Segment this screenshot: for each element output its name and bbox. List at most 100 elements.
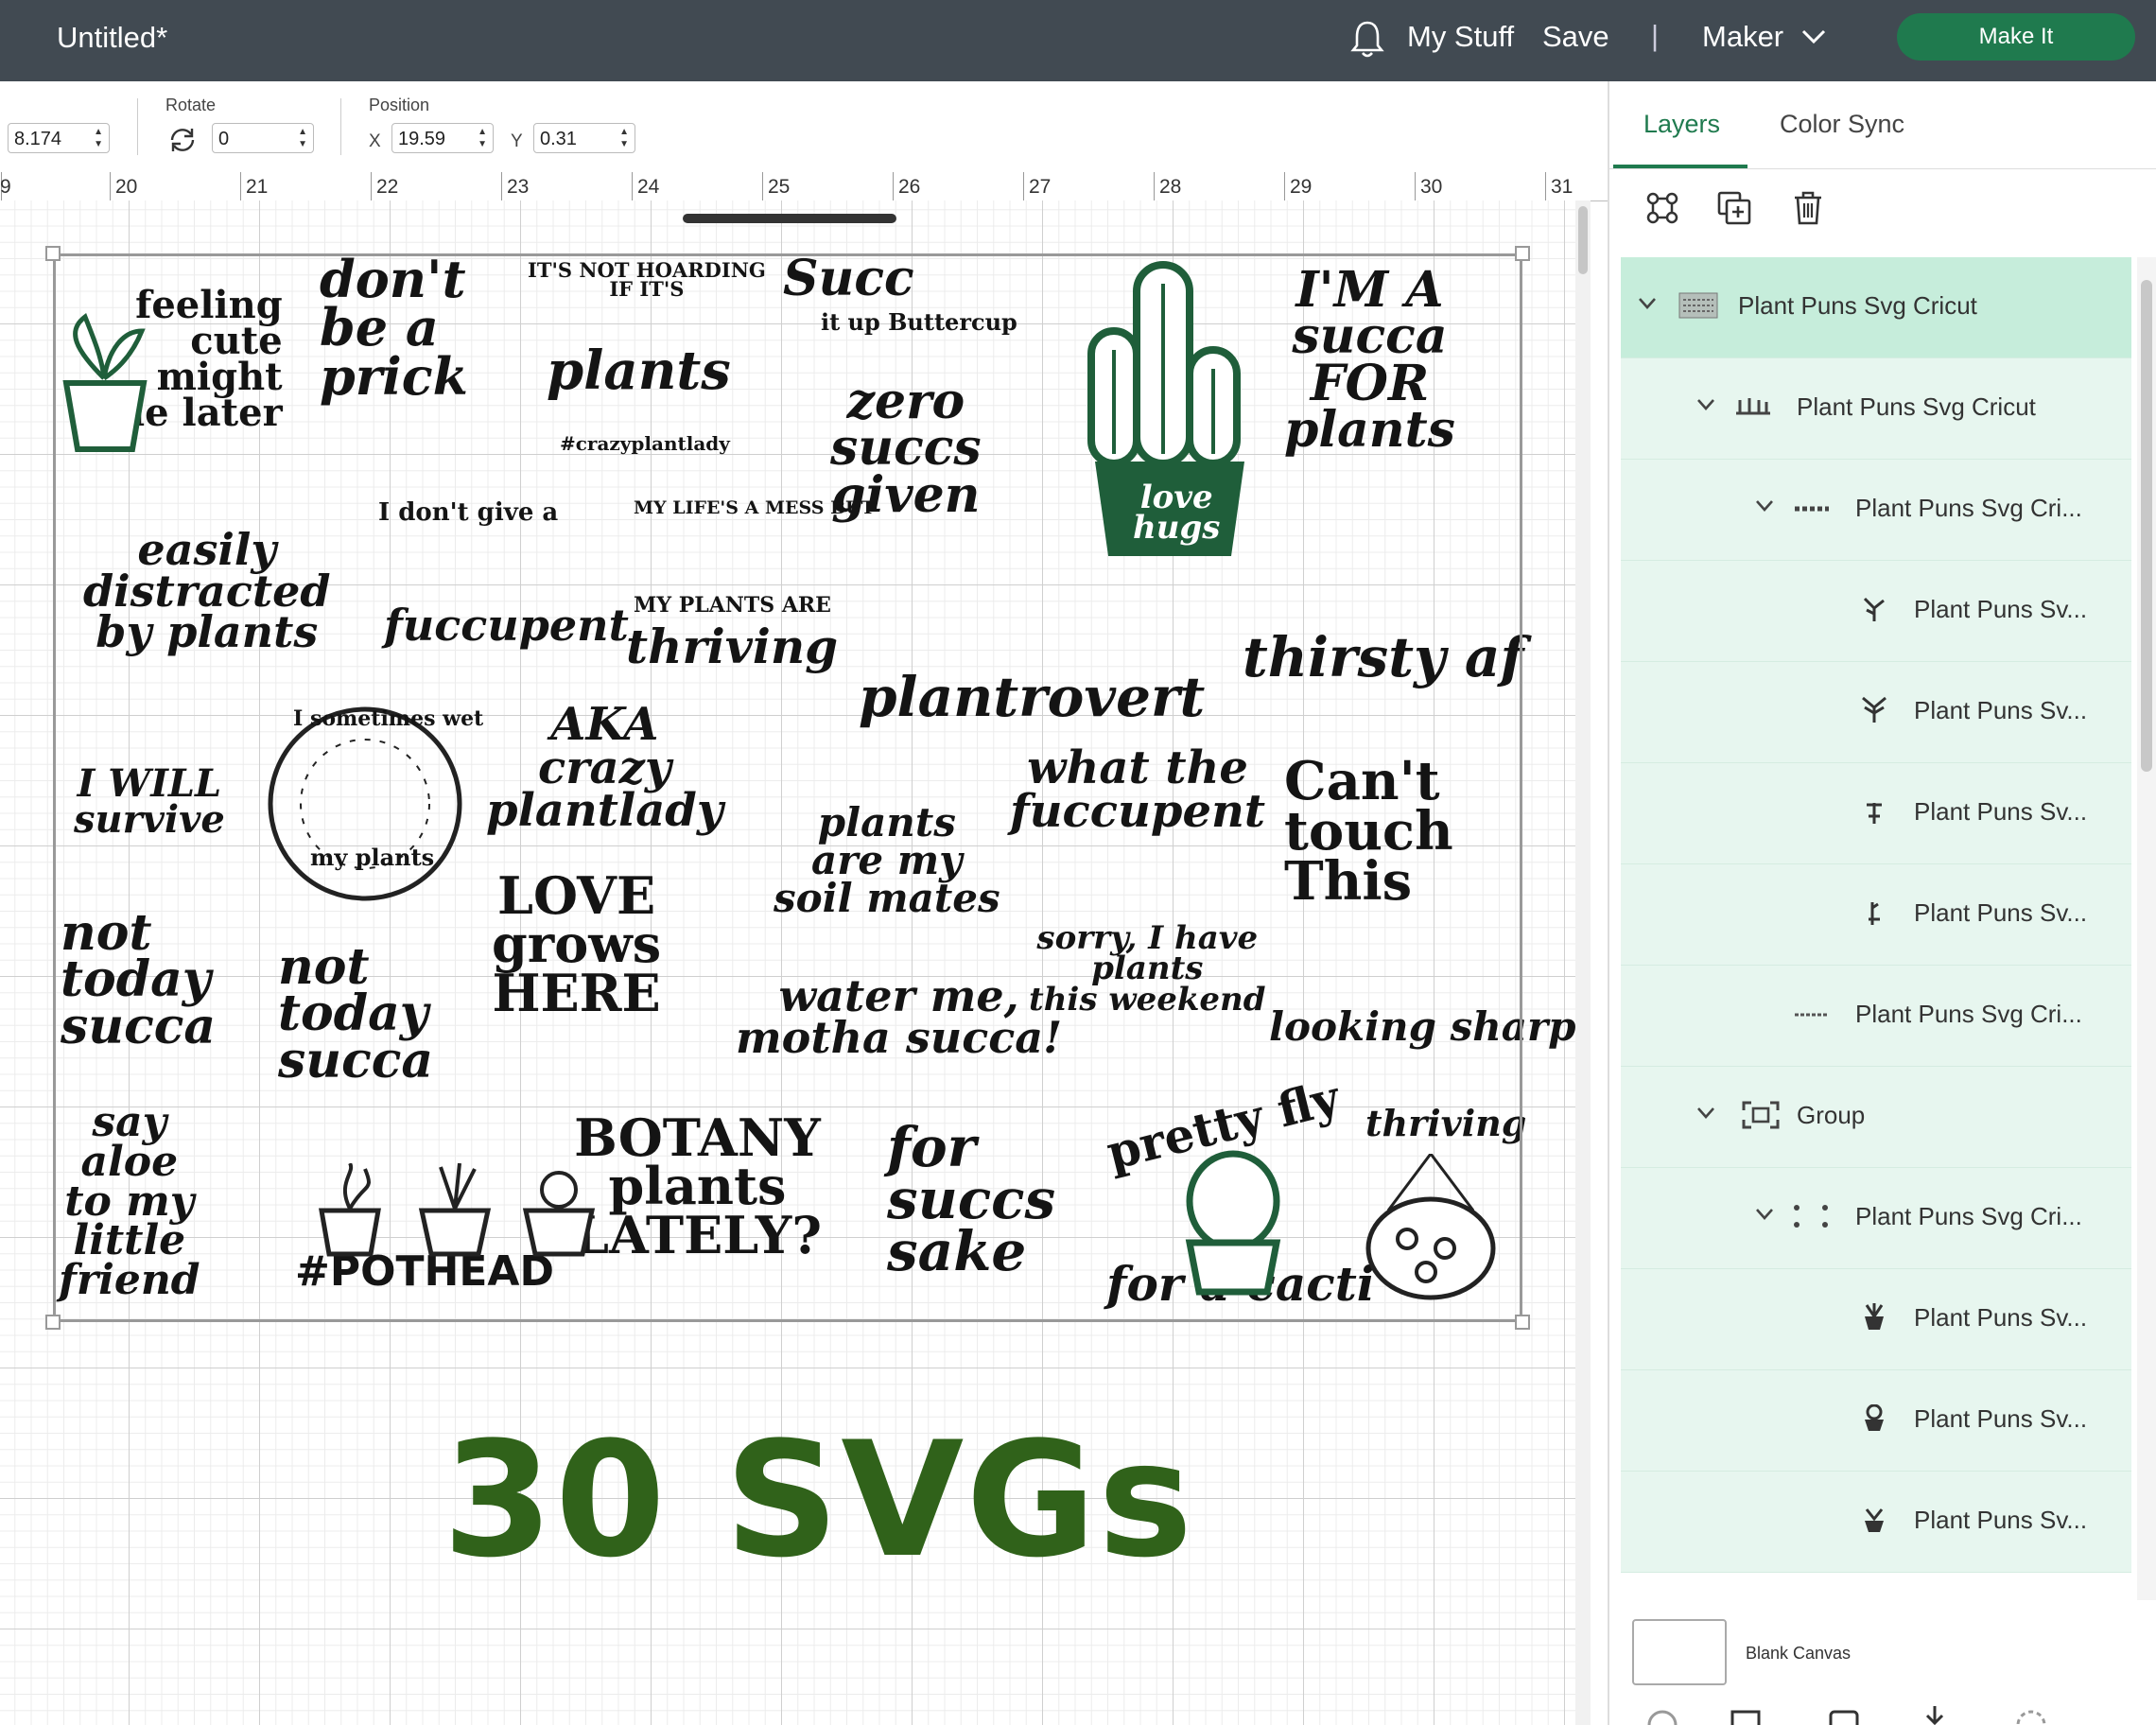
layer-thumbnail-icon <box>1678 292 1718 319</box>
position-x-input[interactable]: 19.59 ▲ ▼ <box>391 123 494 153</box>
blank-canvas-swatch[interactable] <box>1632 1619 1727 1685</box>
y-label: Y <box>511 131 523 151</box>
machine-selector[interactable]: Maker <box>1702 20 1783 54</box>
layer-label: Plant Puns Sv... <box>1914 898 2088 927</box>
size-height-value: 8.174 <box>14 129 62 149</box>
ruler-number: 9 <box>0 176 11 198</box>
layer-thumbnail-icon <box>1794 1205 1828 1228</box>
resize-handle[interactable] <box>45 1315 61 1330</box>
layer-row[interactable]: Plant Puns Sv... <box>1621 1370 2131 1472</box>
layer-row[interactable]: Plant Puns Sv... <box>1621 864 2131 966</box>
layer-label: Group <box>1797 1101 1866 1129</box>
ruler-number: 31 <box>1551 176 1574 198</box>
plant-icon <box>1865 1508 1884 1532</box>
position-y-input[interactable]: 0.31 ▲ ▼ <box>533 123 635 153</box>
canvas-scrollbar[interactable] <box>1575 200 1591 1725</box>
plant-icon <box>1862 696 1886 723</box>
stepper-icon[interactable]: ▲ ▼ <box>478 126 487 150</box>
chevron-down-icon[interactable] <box>1696 398 1715 411</box>
layer-thumbnail-icon <box>1795 1013 1829 1017</box>
layer-thumbnail-icon <box>1795 506 1829 512</box>
plant-icon <box>1867 803 1882 824</box>
plant-icon <box>1863 597 1885 621</box>
resize-handle[interactable] <box>1515 246 1530 261</box>
selection-bounding-box[interactable] <box>53 253 1522 1322</box>
ruler-number: 29 <box>1290 176 1313 198</box>
chevron-down-icon[interactable] <box>1755 499 1774 513</box>
layer-row[interactable]: Plant Puns Sv... <box>1621 763 2131 864</box>
my-stuff-link[interactable]: My Stuff <box>1407 20 1514 54</box>
rotate-value: 0 <box>218 129 230 149</box>
group-icon[interactable] <box>1643 189 1681 227</box>
resize-handle[interactable] <box>45 246 61 261</box>
ruler-number: 28 <box>1159 176 1182 198</box>
stepper-icon[interactable]: ▲ ▼ <box>619 126 629 150</box>
layer-label: Plant Puns Sv... <box>1914 1303 2088 1332</box>
header-separator: | <box>1651 19 1660 52</box>
layer-label: Plant Puns Svg Cri... <box>1855 494 2082 522</box>
ruler-number: 22 <box>376 176 399 198</box>
layer-label: Plant Puns Sv... <box>1914 1506 2088 1534</box>
bell-icon[interactable] <box>1348 19 1386 61</box>
save-button[interactable]: Save <box>1542 20 1609 54</box>
ruler-number: 27 <box>1029 176 1052 198</box>
layer-thumbnail-icon <box>1736 398 1770 415</box>
layers-panel: Layers Color Sync Plant Puns Svg Cricut … <box>1608 81 2156 1725</box>
ruler-number: 25 <box>768 176 791 198</box>
ruler-number: 23 <box>507 176 530 198</box>
scrollbar-thumb[interactable] <box>1578 206 1588 274</box>
position-x-value: 19.59 <box>398 129 446 149</box>
chevron-down-icon[interactable] <box>1800 28 1827 45</box>
make-it-button[interactable]: Make It <box>1897 13 2135 61</box>
layer-row[interactable]: Plant Puns Svg Cri... <box>1621 460 2131 561</box>
toolbar-divider <box>137 98 138 155</box>
ruler-number: 24 <box>637 176 660 198</box>
blank-canvas-label: Blank Canvas <box>1746 1644 1852 1663</box>
overlay-caption: 30 SVGs <box>443 1407 1195 1593</box>
trash-icon[interactable] <box>1789 189 1827 227</box>
layer-label: Plant Puns Svg Cricut <box>1797 392 2036 421</box>
layer-row[interactable]: Plant Puns Sv... <box>1621 561 2131 662</box>
layer-row[interactable]: Plant Puns Sv... <box>1621 1269 2131 1370</box>
chevron-down-icon[interactable] <box>1755 1208 1774 1221</box>
layers-scrollbar[interactable] <box>2137 257 2156 1600</box>
duplicate-icon[interactable] <box>1715 189 1753 227</box>
chevron-down-icon[interactable] <box>1638 297 1657 310</box>
canvas-top-handle[interactable] <box>683 214 896 223</box>
layer-row[interactable]: Plant Puns Sv... <box>1621 662 2131 763</box>
resize-handle[interactable] <box>1515 1315 1530 1330</box>
rotate-icon <box>170 129 195 151</box>
top-bar: Untitled* My Stuff Save | Maker Make It <box>0 0 2156 81</box>
layer-row[interactable]: Plant Puns Svg Cricut <box>1621 358 2131 460</box>
layer-row[interactable]: Group <box>1621 1067 2131 1168</box>
toolbar-divider <box>340 98 341 155</box>
ruler-number: 30 <box>1420 176 1443 198</box>
ruler-number: 20 <box>115 176 138 198</box>
stepper-icon[interactable]: ▲ ▼ <box>298 126 307 150</box>
size-height-input[interactable]: 8.174 ▲ ▼ <box>8 123 110 153</box>
x-label: X <box>369 131 381 151</box>
position-label: Position <box>369 96 430 114</box>
layer-label: Plant Puns Sv... <box>1914 1404 2088 1433</box>
layer-row[interactable]: Plant Puns Svg Cri... <box>1621 966 2131 1067</box>
tab-color-sync[interactable]: Color Sync <box>1780 110 1904 139</box>
layer-row[interactable]: Plant Puns Svg Cri... <box>1621 1168 2131 1269</box>
layer-row[interactable]: Plant Puns Svg Cricut <box>1621 257 2131 358</box>
chevron-down-icon[interactable] <box>1696 1106 1715 1120</box>
panel-divider <box>1609 168 2156 169</box>
horizontal-ruler: 9 20 21 22 23 24 25 26 27 28 29 30 31 <box>0 172 1608 201</box>
ruler-number: 21 <box>246 176 269 198</box>
layers-list[interactable]: Plant Puns Svg Cricut Plant Puns Svg Cri… <box>1621 257 2131 1600</box>
layer-label: Plant Puns Sv... <box>1914 595 2088 623</box>
scrollbar-thumb[interactable] <box>2141 280 2152 772</box>
tab-layers[interactable]: Layers <box>1643 110 1720 139</box>
layer-label: Plant Puns Svg Cri... <box>1855 1000 2082 1028</box>
rotate-input[interactable]: 0 ▲ ▼ <box>212 123 314 153</box>
stepper-icon[interactable]: ▲ ▼ <box>94 126 103 150</box>
layer-row[interactable]: Plant Puns Sv... <box>1621 1472 2131 1573</box>
plant-icon <box>1869 902 1880 925</box>
position-y-value: 0.31 <box>540 129 577 149</box>
ruler-number: 26 <box>898 176 921 198</box>
rotate-label: Rotate <box>165 96 217 114</box>
project-title[interactable]: Untitled* <box>57 21 167 55</box>
